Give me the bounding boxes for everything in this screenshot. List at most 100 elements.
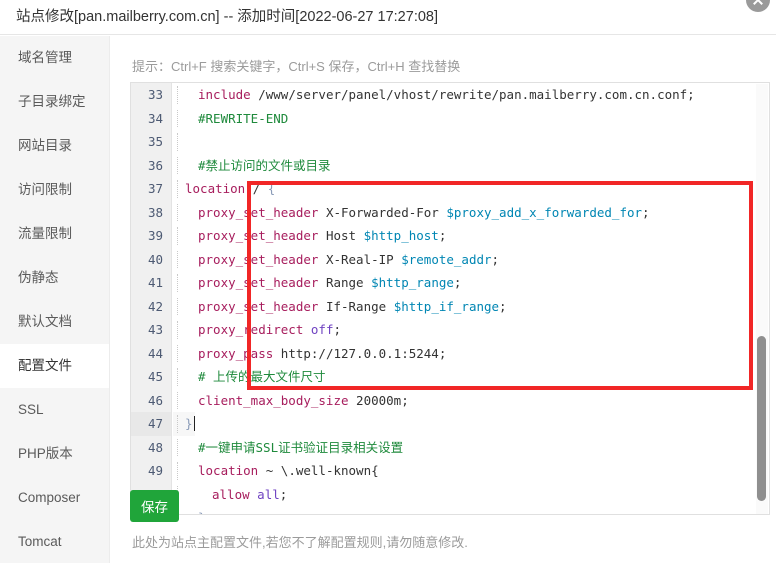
editor-scrollbar-thumb[interactable] xyxy=(757,336,766,501)
line-number: 45 xyxy=(131,365,172,389)
code-token: $http_if_range xyxy=(393,298,500,314)
line-content[interactable]: allow all; xyxy=(173,483,287,507)
sidebar-item-3[interactable]: 访问限制 xyxy=(0,168,109,212)
code-token: $http_host xyxy=(363,228,439,243)
line-number: 38 xyxy=(131,200,172,224)
sidebar-item-6[interactable]: 默认文档 xyxy=(0,300,109,344)
code-line[interactable]: 46 client_max_body_size 20000m; xyxy=(131,388,769,413)
editor-footnote: 此处为站点主配置文件,若您不了解配置规则,请勿随意修改. xyxy=(132,535,468,550)
editor-scrollbar-track[interactable] xyxy=(756,84,768,514)
code-token: ; xyxy=(401,392,409,408)
sidebar-item-11[interactable]: Tomcat xyxy=(0,520,109,563)
line-content[interactable]: } xyxy=(173,412,195,436)
code-token: Host xyxy=(318,228,364,243)
code-line[interactable]: 44 proxy_pass http://127.0.0.1:5244; xyxy=(131,341,769,366)
code-token: ; xyxy=(453,275,462,290)
code-token: client_max_body_size xyxy=(198,392,349,408)
code-line[interactable]: 47} xyxy=(131,412,769,436)
code-token: $remote_addr xyxy=(401,251,492,267)
code-token: all xyxy=(257,486,280,502)
code-line[interactable]: 34 #REWRITE-END xyxy=(131,106,769,131)
code-token: ; xyxy=(642,204,650,220)
sidebar-item-2[interactable]: 网站目录 xyxy=(0,124,109,168)
code-token: ; xyxy=(279,486,288,502)
line-content[interactable]: proxy_set_header X-Real-IP $remote_addr; xyxy=(173,248,499,272)
site-edit-dialog: 站点修改[pan.mailberry.com.cn] -- 添加时间[2022-… xyxy=(0,0,776,563)
sidebar-item-label: 访问限制 xyxy=(18,182,72,197)
line-content[interactable]: #REWRITE-END xyxy=(173,107,288,131)
close-icon[interactable] xyxy=(744,0,772,14)
code-token: location xyxy=(198,463,259,478)
code-line[interactable]: 33 include /www/server/panel/vhost/rewrit… xyxy=(131,83,769,107)
sidebar-item-4[interactable]: 流量限制 xyxy=(0,212,109,256)
code-token: $http_range xyxy=(371,275,454,290)
code-token: # 上传的最大文件尺寸 xyxy=(198,369,326,384)
sidebar-item-label: 域名管理 xyxy=(18,50,72,65)
sidebar-item-label: 默认文档 xyxy=(18,314,72,329)
code-line[interactable]: 37 location / { xyxy=(131,177,769,201)
sidebar-item-9[interactable]: PHP版本 xyxy=(0,432,109,476)
line-content[interactable]: proxy_set_header Range $http_range; xyxy=(173,271,461,295)
code-token: #REWRITE-END xyxy=(198,110,289,126)
line-content[interactable]: location ~ \.well-known{ xyxy=(173,459,379,483)
line-content[interactable]: proxy_set_header If-Range $http_if_range… xyxy=(173,295,507,319)
code-token: Range xyxy=(318,275,372,290)
config-file-editor[interactable]: 33 include /www/server/panel/vhost/rewrit… xyxy=(130,82,770,515)
code-line[interactable]: 48 #一键申请SSL证书验证目录相关设置 xyxy=(131,435,769,460)
line-content[interactable] xyxy=(173,130,198,154)
sidebar-item-label: 子目录绑定 xyxy=(18,94,86,109)
code-line[interactable]: 45 # 上传的最大文件尺寸 xyxy=(131,365,769,389)
code-token: $proxy_add_x_forwarded_for xyxy=(446,204,643,220)
code-token: proxy_set_header xyxy=(198,251,319,267)
line-content[interactable]: proxy_redirect off; xyxy=(173,318,341,342)
code-line[interactable]: 49 location ~ \.well-known{ xyxy=(131,459,769,483)
code-token: ~ \.well-known{ xyxy=(258,463,379,478)
code-token: /www/server/panel/vhost/rewrite/pan.mail… xyxy=(250,87,695,102)
line-content[interactable]: location / { xyxy=(173,177,275,201)
code-token: } xyxy=(198,510,206,514)
sidebar-item-1[interactable]: 子目录绑定 xyxy=(0,80,109,124)
sidebar-item-label: 伪静态 xyxy=(18,270,59,285)
code-token: { xyxy=(267,181,276,196)
sidebar-item-label: 网站目录 xyxy=(18,138,72,153)
line-content[interactable]: # 上传的最大文件尺寸 xyxy=(173,365,326,389)
code-line[interactable]: 39 proxy_set_header Host $http_host; xyxy=(131,224,769,248)
code-line[interactable]: 51} xyxy=(131,506,769,514)
code-line[interactable]: 42 proxy_set_header If-Range $http_if_ran… xyxy=(131,294,769,319)
line-content[interactable]: #禁止访问的文件或目录 xyxy=(173,154,331,178)
sidebar-item-8[interactable]: SSL xyxy=(0,388,109,432)
code-token: proxy_set_header xyxy=(198,275,319,290)
code-token: X-Forwarded-For xyxy=(318,204,447,220)
line-content[interactable]: client_max_body_size 20000m; xyxy=(173,389,409,413)
code-token: ; xyxy=(499,298,507,314)
code-token: proxy_set_header xyxy=(198,298,319,314)
code-token: / xyxy=(245,181,268,196)
sidebar-item-7[interactable]: 配置文件 xyxy=(0,344,109,388)
code-line[interactable]: 50allow all; xyxy=(131,482,769,507)
code-line[interactable]: 41 proxy_set_header Range $http_range; xyxy=(131,271,769,295)
line-content[interactable]: #一键申请SSL证书验证目录相关设置 xyxy=(173,436,403,460)
line-number: 39 xyxy=(131,224,172,248)
sidebar-item-0[interactable]: 域名管理 xyxy=(0,36,109,80)
code-line[interactable]: 38 proxy_set_header X-Forwarded-For $prox… xyxy=(131,200,769,225)
line-content[interactable]: proxy_set_header Host $http_host; xyxy=(173,224,446,248)
sidebar-item-label: SSL xyxy=(18,402,44,417)
sidebar-item-5[interactable]: 伪静态 xyxy=(0,256,109,300)
line-number: 48 xyxy=(131,435,172,459)
line-content[interactable]: include /www/server/panel/vhost/rewrite/… xyxy=(173,83,695,107)
code-line[interactable]: 43 proxy_redirect off; xyxy=(131,318,769,342)
text-caret xyxy=(193,416,195,431)
line-content[interactable]: proxy_pass http://127.0.0.1:5244; xyxy=(173,342,446,366)
editor-code-area[interactable]: 33 include /www/server/panel/vhost/rewrit… xyxy=(131,83,769,514)
code-line[interactable]: 40 proxy_set_header X-Real-IP $remote_add… xyxy=(131,247,769,272)
line-number: 34 xyxy=(131,106,172,130)
line-content[interactable]: proxy_set_header X-Forwarded-For $proxy_… xyxy=(173,201,650,225)
code-token: include xyxy=(198,87,251,102)
code-line[interactable]: 35 xyxy=(131,130,769,154)
code-token: off xyxy=(310,322,334,337)
code-line[interactable]: 36 #禁止访问的文件或目录 xyxy=(131,153,769,178)
save-button[interactable]: 保存 xyxy=(130,490,179,522)
sidebar-item-10[interactable]: Composer xyxy=(0,476,109,520)
